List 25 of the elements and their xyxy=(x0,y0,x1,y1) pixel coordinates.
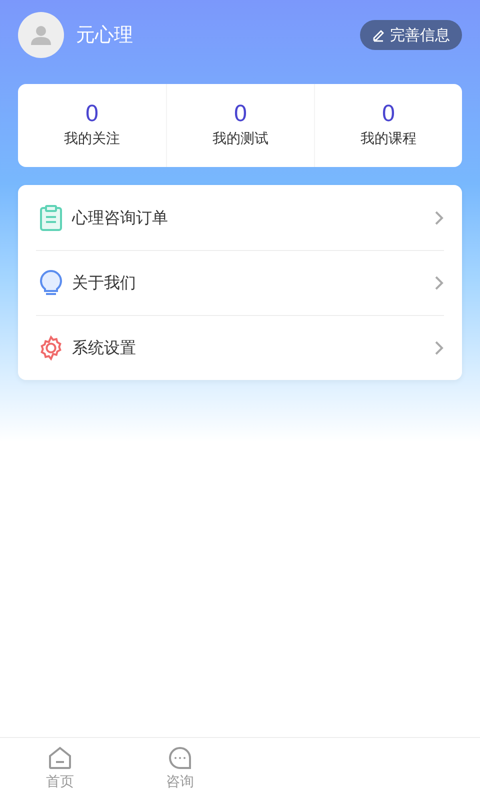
stat-label[interactable]: 我的课程 xyxy=(360,129,416,150)
chevron-right-icon xyxy=(434,210,444,226)
menu-label: 系统设置 xyxy=(72,337,137,359)
clipboard-icon xyxy=(39,204,63,230)
menu-item[interactable]: 系统设置 xyxy=(36,315,444,380)
menu-item[interactable]: 心理咨询订单 xyxy=(36,185,444,250)
menu-label: 关于我们 xyxy=(72,272,137,294)
stat-count: 0 xyxy=(85,101,99,129)
chat-bubble-icon xyxy=(168,746,192,770)
stat-count: 0 xyxy=(382,101,396,129)
edit-profile-button[interactable]: 完善信息 xyxy=(360,20,462,50)
stat-label[interactable]: 我的测试 xyxy=(212,129,268,150)
user-name: 元心理 xyxy=(76,22,133,48)
chevron-right-icon xyxy=(434,275,444,291)
pencil-icon xyxy=(372,28,386,42)
avatar[interactable] xyxy=(18,12,64,58)
stat-label[interactable]: 我的关注 xyxy=(64,129,120,150)
chevron-right-icon xyxy=(434,340,444,356)
home-icon xyxy=(47,746,73,770)
stat-count: 0 xyxy=(234,101,248,129)
menu-label: 心理咨询订单 xyxy=(72,206,169,228)
lightbulb-icon xyxy=(39,270,63,296)
menu-item[interactable]: 关于我们 xyxy=(36,250,444,315)
person-icon xyxy=(31,25,51,45)
settings-icon xyxy=(38,335,64,361)
